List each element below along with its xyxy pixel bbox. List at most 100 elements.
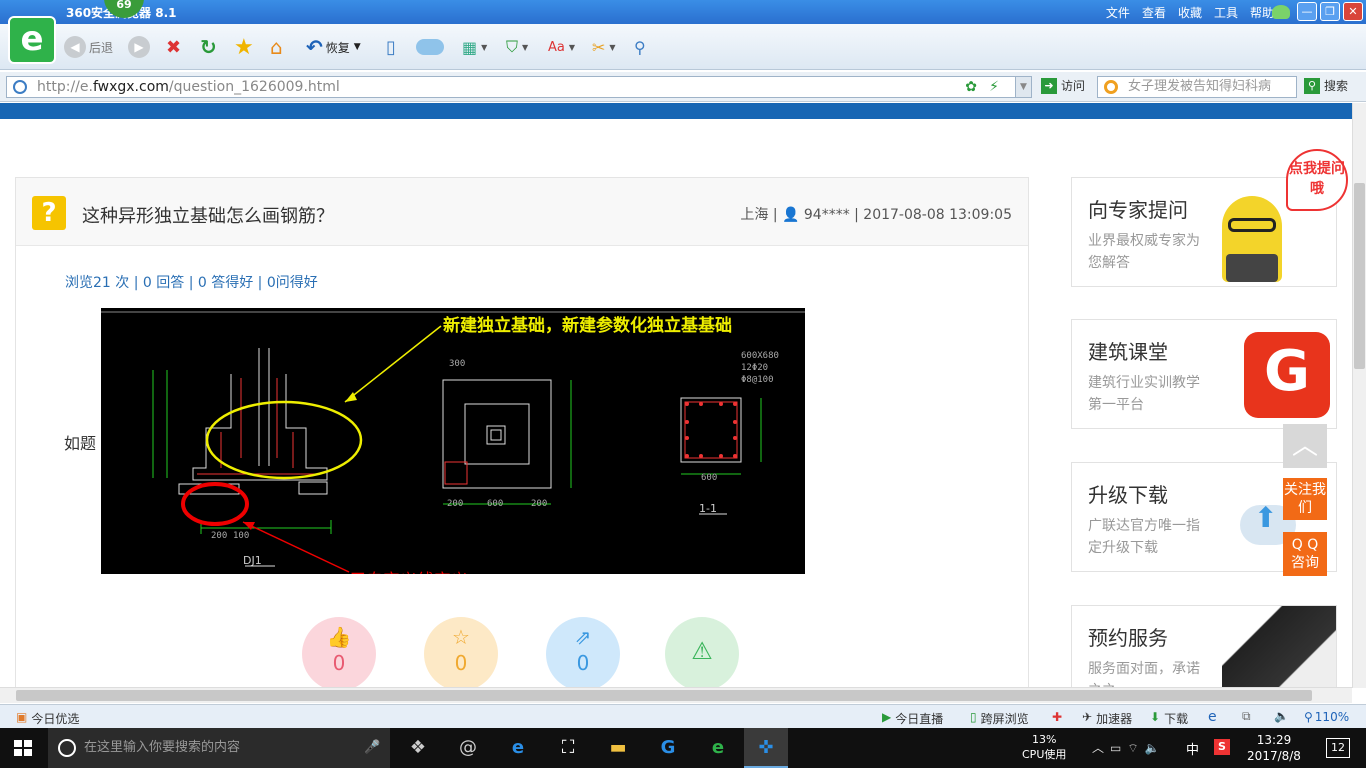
cad-drawing-image[interactable]: 600X680 12Φ20 Φ8@100 300 600 200 200 600… [101, 308, 805, 574]
downloads-label: 下载 [1164, 712, 1189, 726]
security-shield-icon[interactable]: ⛉ ▼ [506, 36, 528, 58]
microphone-icon[interactable]: 🎤 [364, 728, 380, 768]
task-view-icon[interactable]: ❖ [396, 732, 440, 764]
ime-indicator[interactable]: 中 [1186, 739, 1199, 758]
sidebar-card-classroom[interactable]: 建筑课堂 建筑行业实训教学第一平台 G [1071, 319, 1337, 429]
today-picks-label: 今日优选 [31, 712, 80, 726]
magnifier-icon[interactable]: ⚲ [634, 36, 646, 58]
search-input[interactable]: 女子理发被告知得妇科病 [1097, 76, 1297, 98]
visit-label: 访问 [1061, 79, 1086, 93]
windows-start-icon[interactable] [14, 740, 32, 756]
browser-logo-icon[interactable]: e [8, 16, 56, 64]
search-button[interactable]: ⚲ 搜索 [1304, 77, 1348, 94]
plugin-icon[interactable]: ✚ [1052, 710, 1062, 724]
favorite-count: 0 [454, 651, 468, 675]
menu-favorites[interactable]: 收藏 [1178, 4, 1202, 21]
favorites-star-icon[interactable]: ★ [234, 35, 254, 60]
back-icon: ◀ [64, 36, 86, 58]
question-stats[interactable]: 浏览21 次 | 0 回答 | 0 答得好 | 0问得好 [65, 272, 318, 292]
minimize-button[interactable]: — [1297, 2, 1317, 21]
downloads[interactable]: ⬇ 下载 [1150, 710, 1188, 727]
menu-file[interactable]: 文件 [1106, 4, 1130, 21]
stop-icon[interactable]: ✖ [166, 36, 181, 58]
share-button[interactable]: ⇗ 0 [546, 617, 620, 687]
ask-bubble[interactable]: 点我提问哦 [1286, 149, 1348, 211]
accelerator-label: 加速器 [1096, 712, 1133, 726]
hscroll-thumb[interactable] [16, 690, 1312, 701]
app-spiral-icon[interactable]: @ [446, 732, 490, 764]
ie-icon[interactable]: e [1208, 709, 1217, 725]
cad-dim-600-section: 600 [701, 473, 717, 483]
scroll-thumb[interactable] [1354, 183, 1365, 369]
gift-icon: ▣ [16, 710, 28, 724]
chevron-up-icon: ︿ [1291, 431, 1318, 461]
refresh-icon[interactable]: ↻ [200, 35, 217, 59]
horizontal-scrollbar[interactable] [0, 687, 1352, 703]
lightning-icon[interactable]: ⚡ [989, 77, 999, 97]
glodon-app-icon[interactable]: G [646, 732, 690, 764]
menu-tools[interactable]: 工具 [1214, 4, 1238, 21]
phone-icon[interactable]: ▯ [386, 36, 396, 58]
back-label: 后退 [89, 40, 114, 55]
restore-tab-button[interactable]: ↶ 恢复 ▼ [306, 35, 361, 59]
cross-screen[interactable]: ▯ 跨屏浏览 [970, 710, 1029, 727]
visit-button[interactable]: ➜ 访问 [1041, 77, 1085, 94]
card-desc: 业界最权威专家为您解答 [1088, 233, 1200, 271]
browser-360-icon[interactable]: e [696, 732, 740, 764]
clock[interactable]: 13:29 2017/8/8 [1244, 732, 1304, 764]
tray-icons[interactable]: ︿▭⌔🔈 [1092, 739, 1166, 756]
favorite-button[interactable]: ☆ 0 [424, 617, 498, 687]
volume-icon[interactable]: 🔈 [1274, 709, 1289, 723]
menu-view[interactable]: 查看 [1142, 4, 1166, 21]
notification-center-icon[interactable]: 12 [1326, 738, 1350, 758]
file-explorer-icon[interactable]: ▬ [596, 732, 640, 764]
menu-help[interactable]: 帮助 [1250, 4, 1274, 21]
sidebar-card-appointment[interactable]: 预约服务 服务面对面，承诺之之 [1071, 605, 1337, 687]
store-icon[interactable]: ⛶ [546, 732, 590, 764]
accelerator[interactable]: ✈ 加速器 [1082, 710, 1132, 727]
warning-icon: ⚠ [691, 637, 713, 665]
qq-consult-button[interactable]: Q Q 咨询 [1283, 532, 1327, 576]
cpu-usage[interactable]: 13% CPU使用 [1022, 732, 1066, 762]
today-picks[interactable]: ▣ 今日优选 [16, 710, 79, 727]
edge-icon[interactable]: e [496, 732, 540, 764]
home-icon[interactable]: ⌂ [270, 35, 283, 59]
zoom-level[interactable]: ⚲ 110% [1304, 710, 1349, 724]
card-title: 预约服务 [1088, 626, 1168, 650]
annotation-top: 新建独立基础，新建参数化独立基基础 [443, 316, 732, 336]
clock-time: 13:29 [1256, 733, 1292, 747]
taskbar-search-input[interactable]: 在这里输入你要搜索的内容 🎤 [48, 728, 390, 768]
translate-icon[interactable]: Aa ▼ [548, 36, 575, 58]
remote-app-icon[interactable]: ✜ [744, 728, 788, 768]
report-button[interactable]: ⚠ [665, 617, 739, 687]
search-icon: ⚲ [1304, 77, 1320, 94]
apps-icon[interactable]: ▦ ▼ [462, 36, 487, 58]
skin-icon[interactable] [1272, 5, 1290, 19]
today-live[interactable]: ▶ 今日直播 [882, 710, 943, 727]
follow-us-button[interactable]: 关注我们 [1283, 478, 1327, 520]
close-button[interactable]: ✕ [1343, 2, 1363, 21]
back-to-top-button[interactable]: ︿ [1283, 424, 1327, 468]
vertical-scrollbar[interactable] [1352, 103, 1366, 688]
title-bar: 360安全浏览器 8.1 69 文件 查看 收藏 工具 帮助 — ❐ ✕ [0, 0, 1366, 24]
like-button[interactable]: 👍 0 [302, 617, 376, 687]
url-input[interactable]: http://e.fwxgx.com/question_1626009.html… [6, 76, 1032, 98]
cad-drawing-svg: 600X680 12Φ20 Φ8@100 300 600 200 200 600… [101, 308, 805, 574]
cloud-icon[interactable] [416, 36, 444, 58]
url-dropdown-icon[interactable]: ▼ [1015, 77, 1031, 97]
speed-mode-icon[interactable]: ✿ [965, 77, 977, 97]
forward-button[interactable]: ▶ [128, 36, 150, 58]
cad-spec-2: 12Φ20 [741, 363, 768, 373]
cross-screen-label: 跨屏浏览 [980, 712, 1029, 726]
play-icon: ▶ [882, 710, 892, 724]
screenshot-icon[interactable]: ✂ ▼ [592, 36, 616, 58]
undo-icon: ↶ [306, 35, 323, 59]
restore-label: 恢复 [325, 40, 350, 55]
taskbar-search-placeholder: 在这里输入你要搜索的内容 [84, 740, 241, 755]
search-button-label: 搜索 [1324, 79, 1349, 93]
arrow-right-icon: ➜ [1041, 77, 1057, 94]
window-icon[interactable]: ⧉ [1242, 709, 1251, 724]
back-button[interactable]: ◀ 后退 [64, 36, 113, 58]
sogou-ime-icon[interactable]: S [1214, 739, 1230, 755]
restore-button[interactable]: ❐ [1320, 2, 1340, 21]
